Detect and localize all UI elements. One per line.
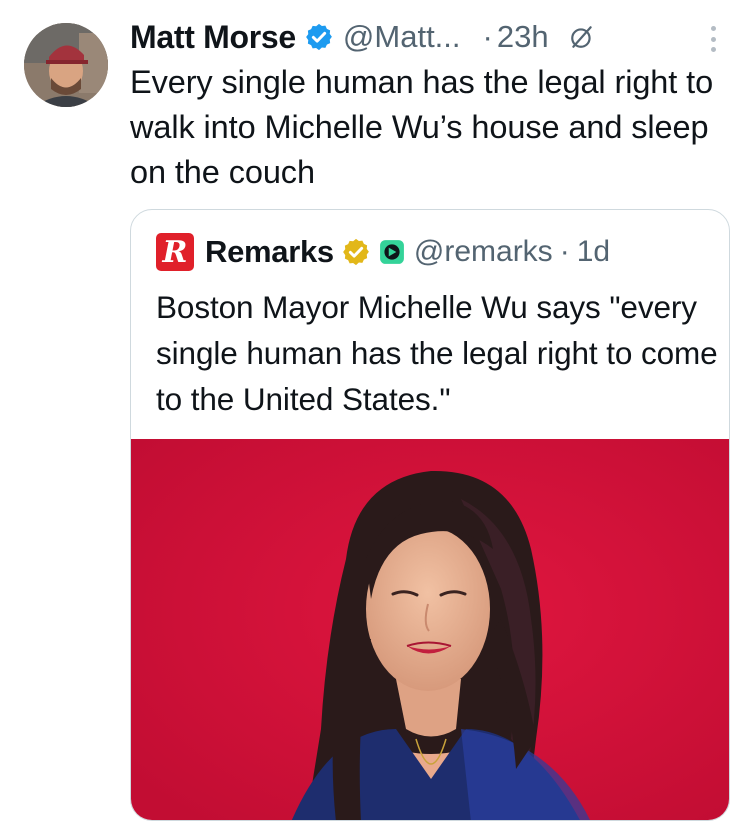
separator-dot: ·: [559, 235, 570, 268]
quote-author-name[interactable]: Remarks: [205, 234, 334, 270]
more-dot: [710, 47, 716, 52]
gold-verified-badge-icon: [343, 238, 369, 266]
quote-media-image[interactable]: [131, 439, 729, 820]
avatar[interactable]: [24, 23, 108, 107]
tweet[interactable]: Matt Morse @Matt... · 23h Every single h…: [0, 0, 755, 840]
quote-header: R Remarks @remarks · 1d: [156, 232, 610, 272]
tweet-header: Matt Morse @Matt... · 23h: [130, 14, 595, 60]
portrait-photo: [131, 439, 729, 820]
separator-dot: ·: [482, 19, 493, 54]
tweet-text: Every single human has the legal right t…: [130, 64, 714, 190]
affiliate-badge-icon[interactable]: [379, 239, 405, 265]
quote-author-handle[interactable]: @remarks: [414, 235, 553, 269]
more-dot: [710, 26, 716, 31]
timestamp[interactable]: 23h: [497, 19, 549, 55]
author-handle[interactable]: @Matt...: [343, 19, 461, 55]
remarks-logo[interactable]: R: [156, 233, 194, 271]
quote-timestamp[interactable]: 1d: [577, 235, 610, 269]
verified-badge-icon: [306, 23, 332, 51]
quote-text: Boston Mayor Michelle Wu says "every sin…: [156, 289, 718, 417]
avatar-photo: [24, 23, 108, 107]
more-options-icon[interactable]: [699, 22, 727, 56]
quoted-tweet[interactable]: R Remarks @remarks · 1d Boston Mayor Mic…: [130, 209, 730, 821]
more-dot: [710, 36, 716, 42]
author-name[interactable]: Matt Morse: [130, 19, 296, 56]
grok-icon[interactable]: [569, 24, 595, 50]
